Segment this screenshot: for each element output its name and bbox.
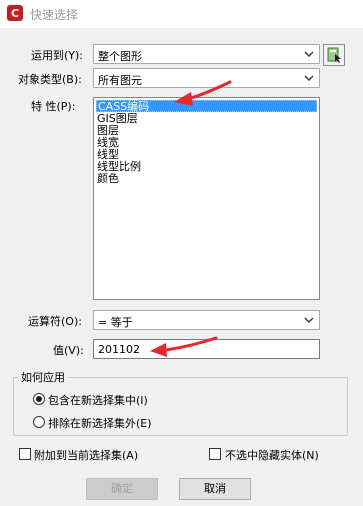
hide-unselected-label[interactable]: 不选中隐藏实体(N) [225, 447, 319, 463]
app-logo-icon: C [6, 4, 24, 22]
value-label: 值(V): [53, 344, 84, 357]
value-input[interactable]: 201102 [93, 339, 320, 359]
object-type-value: 所有图元 [98, 74, 142, 87]
include-radio[interactable] [33, 393, 45, 405]
operator-dropdown[interactable]: = 等于 [93, 310, 320, 330]
chevron-down-icon [304, 51, 314, 57]
include-label[interactable]: 包含在新选择集中(I) [48, 392, 148, 408]
apply-to-dropdown[interactable]: 整个图形 [93, 44, 320, 64]
property-item-color[interactable]: 颜色 [96, 173, 119, 185]
exclude-radio[interactable] [33, 416, 45, 428]
svg-text:C: C [11, 7, 19, 20]
chevron-down-icon [304, 317, 314, 323]
window-title: 快速选择 [30, 8, 79, 22]
exclude-label[interactable]: 排除在新选择集外(E) [48, 415, 152, 431]
object-type-label: 对象类型(B): [18, 73, 82, 86]
apply-how-title: 如何应用 [18, 369, 68, 385]
properties-label: 特 性(P): [31, 100, 76, 113]
operator-label: 运算符(O): [28, 315, 82, 328]
append-label[interactable]: 附加到当前选择集(A) [34, 447, 138, 463]
property-item-cass-code[interactable]: CASS编码 [96, 100, 317, 113]
ok-button[interactable]: 确定 [86, 478, 158, 500]
properties-listbox[interactable]: CASS编码 GIS图层 图层 线宽 线型 线型比例 颜色 [93, 97, 320, 300]
title-bar: C 快速选择 [0, 0, 363, 28]
apply-to-value: 整个图形 [98, 50, 142, 63]
chevron-down-icon [304, 75, 314, 81]
object-type-dropdown[interactable]: 所有图元 [93, 68, 320, 88]
select-objects-button[interactable] [323, 44, 345, 66]
hide-unselected-checkbox[interactable] [209, 448, 221, 460]
cancel-button[interactable]: 取消 [179, 478, 251, 500]
select-objects-icon [327, 47, 341, 63]
operator-value: = 等于 [98, 316, 133, 329]
value-input-text: 201102 [98, 343, 140, 356]
append-checkbox[interactable] [19, 448, 31, 460]
apply-to-label: 运用到(Y): [31, 49, 84, 62]
